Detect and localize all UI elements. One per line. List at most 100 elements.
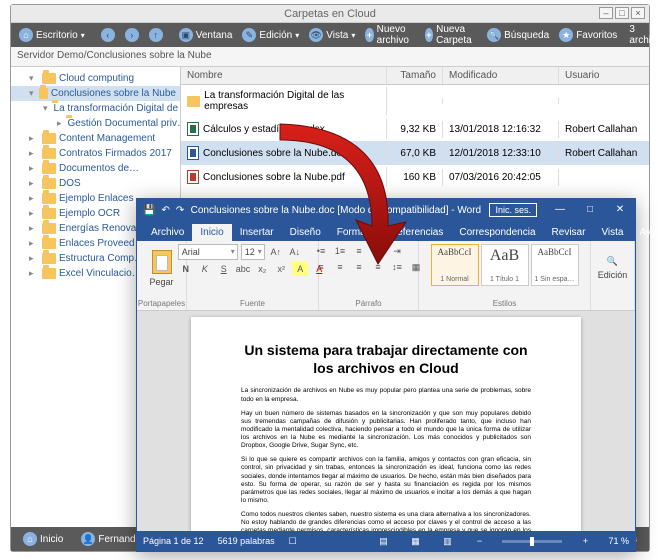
line-spacing[interactable]: ↕≡ (389, 260, 405, 274)
strike-button[interactable]: abc (235, 262, 252, 276)
redo-icon[interactable]: ↷ (176, 205, 184, 216)
tree-toggle-icon[interactable]: ▾ (43, 103, 48, 114)
file-row[interactable]: La transformación Digital de las empresa… (181, 85, 649, 117)
col-size[interactable]: Tamaño (387, 67, 443, 84)
word-close[interactable]: ✕ (605, 199, 635, 221)
outdent-button[interactable]: ⇤ (370, 244, 386, 258)
ventana-button[interactable]: ▣Ventana (175, 26, 237, 44)
file-row[interactable]: Conclusiones sobre la Nube.pdf160 KB07/0… (181, 165, 649, 189)
ribbon-tab-formato[interactable]: Formato (329, 224, 382, 241)
align-left[interactable]: ≡ (313, 260, 329, 274)
read-mode-button[interactable]: ▤ (374, 536, 392, 547)
align-center[interactable]: ≡ (332, 260, 348, 274)
justify[interactable]: ≡ (370, 260, 386, 274)
multilevel-button[interactable]: ≡ (351, 244, 367, 258)
tree-toggle-icon[interactable]: ▸ (29, 268, 39, 279)
tree-item[interactable]: ▸DOS (11, 176, 180, 191)
signin-button[interactable]: Inic. ses. (489, 203, 537, 217)
maximize-button[interactable]: □ (615, 7, 629, 19)
bullets-button[interactable]: •≡ (313, 244, 329, 258)
print-layout-button[interactable]: ▦ (406, 536, 424, 547)
edicion-button[interactable]: ✎Edición▾ (238, 26, 303, 44)
nuevo-archivo-button[interactable]: Nuevo archivo (361, 22, 418, 48)
page-indicator[interactable]: Página 1 de 12 (143, 536, 204, 546)
tree-toggle-icon[interactable]: ▸ (57, 118, 62, 129)
highlight-button[interactable]: A (292, 262, 308, 276)
tree-toggle-icon[interactable]: ▾ (29, 88, 36, 99)
ribbon-tab-revisar[interactable]: Revisar (544, 224, 594, 241)
style-option[interactable]: AaBbCcI1 Sin espa… (531, 244, 579, 286)
status-inicio[interactable]: Inicio (17, 530, 69, 548)
ribbon-tab-archivo[interactable]: Archivo (143, 224, 192, 241)
tree-item[interactable]: ▸Gestión Documental priv… (11, 116, 180, 131)
ribbon-tab-inicio[interactable]: Inicio (192, 224, 231, 241)
indent-button[interactable]: ⇥ (389, 244, 405, 258)
ribbon-tab-vista[interactable]: Vista (593, 224, 631, 241)
file-row[interactable]: Conclusiones sobre la Nube.doc67,0 KB12/… (181, 141, 649, 165)
font-name-select[interactable]: Arial (178, 244, 238, 260)
undo-icon[interactable]: ↶ (161, 205, 169, 216)
document-area[interactable]: Un sistema para trabajar directamente co… (137, 311, 635, 531)
word-count[interactable]: 5619 palabras (218, 536, 275, 546)
ribbon-tab-referencias[interactable]: Referencias (382, 224, 451, 241)
word-maximize[interactable]: □ (575, 199, 605, 221)
up-button[interactable]: ↑ (145, 26, 167, 44)
ribbon-tab-diseño[interactable]: Diseño (282, 224, 329, 241)
word-statusbar: Página 1 de 12 5619 palabras ☐ ▤ ▦ ▥ − +… (137, 531, 635, 551)
col-modified[interactable]: Modificado (443, 67, 559, 84)
zoom-in[interactable]: + (576, 536, 594, 546)
tree-toggle-icon[interactable]: ▸ (29, 193, 39, 204)
word-minimize[interactable]: — (545, 199, 575, 221)
close-button[interactable]: × (631, 7, 645, 19)
tree-toggle-icon[interactable]: ▸ (29, 238, 39, 249)
grow-font[interactable]: A↑ (268, 245, 284, 259)
tree-toggle-icon[interactable]: ▸ (29, 223, 39, 234)
ribbon-tab-correspondencia[interactable]: Correspondencia (451, 224, 543, 241)
tree-item[interactable]: ▸Contratos Firmados 2017 (11, 146, 180, 161)
vista-button[interactable]: 👁Vista▾ (305, 26, 359, 44)
file-row[interactable]: Cálculos y estadísticas.xlsx9,32 KB13/01… (181, 117, 649, 141)
tree-toggle-icon[interactable]: ▸ (29, 253, 39, 264)
language-indicator[interactable]: ☐ (289, 536, 297, 547)
back-button[interactable]: ‹ (97, 26, 119, 44)
tree-toggle-icon[interactable]: ▾ (29, 73, 39, 84)
underline-button[interactable]: S (216, 262, 232, 276)
align-right[interactable]: ≡ (351, 260, 367, 274)
paste-button[interactable]: Pegar (144, 244, 180, 292)
minimize-button[interactable]: – (599, 7, 613, 19)
zoom-level[interactable]: 71 % (608, 536, 629, 546)
editing-button[interactable]: 🔍 Edición (595, 244, 631, 292)
tree-toggle-icon[interactable]: ▸ (29, 178, 39, 189)
web-layout-button[interactable]: ▥ (438, 536, 456, 547)
font-size-select[interactable]: 12 (241, 244, 265, 260)
tree-toggle-icon[interactable]: ▸ (29, 148, 39, 159)
zoom-slider[interactable] (502, 540, 562, 543)
italic-button[interactable]: K (197, 262, 213, 276)
save-icon[interactable]: 💾 (143, 205, 155, 216)
zoom-out[interactable]: − (470, 536, 488, 546)
col-name[interactable]: Nombre (181, 67, 387, 84)
tree-item[interactable]: ▸Documentos de… (11, 161, 180, 176)
tree-toggle-icon[interactable]: ▸ (29, 208, 39, 219)
superscript-button[interactable]: x² (273, 262, 289, 276)
tree-item[interactable]: ▾Conclusiones sobre la Nube (11, 86, 180, 101)
style-option[interactable]: AaB1 Título 1 (481, 244, 529, 286)
tree-item[interactable]: ▾La transformación Digital de la… (11, 101, 180, 116)
style-option[interactable]: AaBbCcI1 Normal (431, 244, 479, 286)
busqueda-button[interactable]: Búsqueda (483, 26, 553, 44)
bold-button[interactable]: N (178, 262, 194, 276)
tree-toggle-icon[interactable]: ▸ (29, 133, 39, 144)
escritorio-button[interactable]: Escritorio▾ (15, 26, 89, 44)
nueva-carpeta-button[interactable]: Nueva Carpeta (421, 22, 482, 48)
shrink-font[interactable]: A↓ (287, 245, 303, 259)
numbering-button[interactable]: 1≡ (332, 244, 348, 258)
col-user[interactable]: Usuario (559, 67, 649, 84)
tree-item[interactable]: ▸Content Management (11, 131, 180, 146)
favoritos-button[interactable]: Favoritos (555, 26, 621, 44)
ribbon-tab-insertar[interactable]: Insertar (232, 224, 282, 241)
tree-item[interactable]: ▾Cloud computing (11, 71, 180, 86)
forward-button[interactable]: › (121, 26, 143, 44)
tree-toggle-icon[interactable]: ▸ (29, 163, 39, 174)
ribbon-tab-ayuda[interactable]: Ayuda (632, 224, 658, 241)
subscript-button[interactable]: x₂ (254, 262, 270, 276)
